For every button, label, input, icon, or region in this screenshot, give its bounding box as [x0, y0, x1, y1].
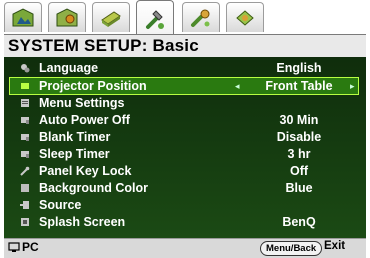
menu-item-label: Blank Timer — [39, 130, 111, 144]
system-setup-icon — [146, 10, 164, 29]
exit-label[interactable]: Exit — [324, 240, 345, 252]
menu-item-projector-position[interactable]: Projector Position ◂ Front Table ▸ — [9, 77, 359, 95]
menu-item-value: Off — [289, 164, 309, 178]
menu-item-splash-screen[interactable]: Splash Screen BenQ — [10, 214, 358, 230]
menu-item-panel-key-lock[interactable]: Panel Key Lock Off — [10, 163, 358, 179]
tab-system-setup[interactable] — [136, 0, 174, 36]
menu-item-label: Panel Key Lock — [39, 164, 132, 178]
left-arrow-icon[interactable]: ◂ — [235, 78, 240, 94]
source-icon — [20, 201, 29, 209]
menu-item-label: Language — [39, 61, 99, 75]
menu-item-label: Splash Screen — [39, 215, 126, 229]
background-color-icon — [21, 184, 29, 192]
menu-item-blank-timer[interactable]: Blank Timer Disable — [10, 129, 358, 145]
auto-power-off-icon — [21, 117, 29, 124]
menu-item-label: Menu Settings — [39, 96, 125, 110]
input-source-icon — [8, 242, 20, 252]
tab-display[interactable] — [92, 2, 130, 32]
menu-item-value: 3 hr — [287, 147, 311, 161]
menu-item-background-color[interactable]: Background Color Blue — [10, 180, 358, 196]
menu-item-value: Front Table — [265, 79, 333, 93]
menu-item-label: Auto Power Off — [39, 113, 130, 127]
sleep-timer-icon — [21, 151, 29, 158]
menu-item-menu-settings[interactable]: Menu Settings — [10, 95, 358, 111]
menu-item-label: Source — [39, 198, 82, 212]
menu-item-label: Sleep Timer — [39, 147, 110, 161]
menu-item-value: English — [276, 61, 322, 75]
menu-item-language[interactable]: Language English — [10, 60, 358, 76]
menu-item-label: Background Color — [39, 181, 149, 195]
language-icon — [21, 64, 30, 73]
status-bar: PC Menu/Back Exit — [4, 238, 366, 258]
information-icon — [236, 10, 254, 26]
menu-item-value: 30 Min — [279, 113, 319, 127]
right-arrow-icon[interactable]: ▸ — [350, 78, 355, 94]
title-bar: SYSTEM SETUP: Basic — [4, 34, 366, 57]
tab-system-advanced[interactable] — [182, 2, 220, 32]
tab-bar — [4, 0, 366, 36]
blank-timer-icon — [21, 134, 29, 141]
current-source-label: PC — [22, 240, 39, 254]
menu-item-value: Disable — [276, 130, 322, 144]
display-icon — [101, 11, 121, 27]
page-title: SYSTEM SETUP: Basic — [8, 36, 199, 55]
osd-menu: SYSTEM SETUP: Basic Language English Pro… — [0, 0, 370, 258]
picture-advanced-icon — [56, 8, 78, 27]
menu-item-value: BenQ — [282, 215, 316, 229]
system-advanced-icon — [191, 9, 210, 27]
menu-item-value: Blue — [285, 181, 313, 195]
picture-icon — [12, 8, 34, 27]
tab-picture[interactable] — [4, 2, 42, 32]
menu-item-source[interactable]: Source — [10, 197, 358, 213]
menu-item-auto-power-off[interactable]: Auto Power Off 30 Min — [10, 112, 358, 128]
menu-item-sleep-timer[interactable]: Sleep Timer 3 hr — [10, 146, 358, 162]
panel-key-lock-icon — [20, 166, 30, 176]
menu-settings-icon — [21, 99, 29, 107]
projector-position-icon — [21, 83, 29, 89]
menu-panel: Language English Projector Position ◂ Fr… — [4, 57, 366, 238]
splash-screen-icon — [21, 218, 29, 226]
menu-item-label: Projector Position — [39, 79, 147, 93]
tab-picture-advanced[interactable] — [48, 2, 86, 32]
menu-back-key-hint: Menu/Back — [260, 241, 323, 256]
tab-information[interactable] — [226, 2, 264, 32]
